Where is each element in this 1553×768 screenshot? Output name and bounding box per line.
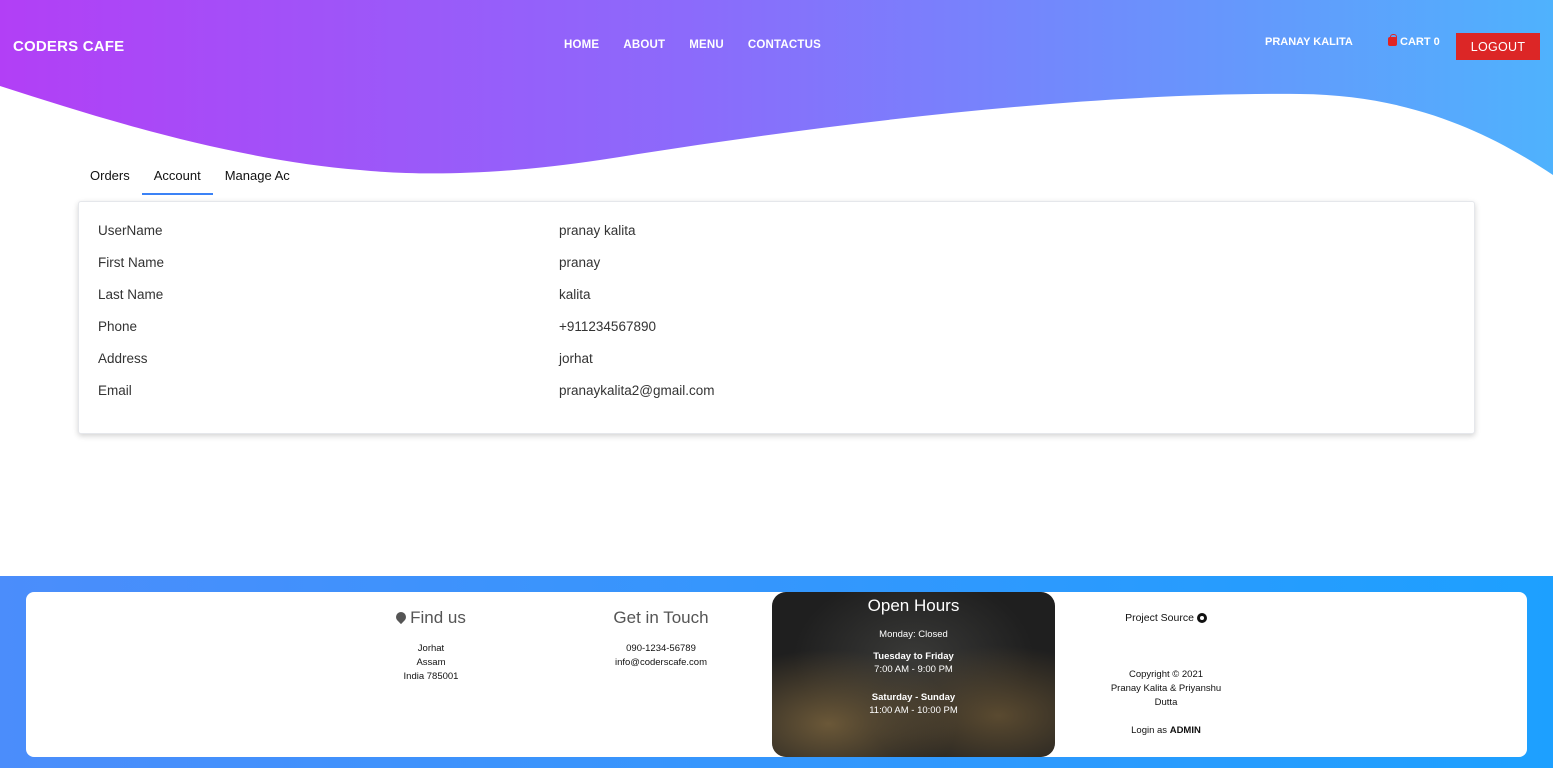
monday-hours: Monday: Closed	[879, 629, 948, 640]
user-name-link[interactable]: PRANAY KALITA	[1265, 36, 1353, 48]
detail-row-address: Address jorhat	[98, 351, 1458, 371]
weekend-hours: 11:00 AM - 10:00 PM	[869, 705, 958, 716]
shopping-bag-icon	[1388, 33, 1397, 46]
find-us-heading-row: Find us	[391, 608, 471, 628]
detail-row-username: UserName pranay kalita	[98, 223, 1458, 243]
top-navbar: CODERS CAFE HOME ABOUT MENU CONTACTUS PR…	[0, 0, 1553, 90]
project-source-label: Project Source	[1125, 612, 1194, 624]
detail-value: pranay kalita	[559, 223, 636, 238]
detail-label: Email	[98, 383, 132, 398]
account-tabs: Orders Account Manage Ac	[78, 160, 302, 195]
weekday-label: Tuesday to Friday	[873, 651, 954, 662]
open-hours-panel: Open Hours Monday: Closed Tuesday to Fri…	[772, 592, 1055, 757]
login-as-prefix: Login as	[1131, 725, 1168, 736]
address-line: India 785001	[403, 671, 459, 682]
footer-panel: Find us Jorhat Assam India 785001 Get in…	[26, 592, 1527, 757]
nav-home-link[interactable]: HOME	[564, 39, 599, 51]
brand-logo[interactable]: CODERS CAFE	[13, 38, 124, 55]
address-line: Jorhat	[417, 643, 445, 654]
find-us-heading: Find us	[410, 608, 466, 627]
find-us-section: Find us Jorhat Assam India 785001	[391, 608, 471, 684]
contact-email-link[interactable]: info@coderscafe.com	[601, 656, 721, 670]
copyright-line: Copyright © 2021	[1128, 669, 1204, 680]
weekday-hours: 7:00 AM - 9:00 PM	[874, 664, 953, 675]
cart-label: CART 0	[1400, 36, 1440, 48]
detail-row-phone: Phone +911234567890	[98, 319, 1458, 339]
tab-manage-account[interactable]: Manage Ac	[213, 160, 302, 195]
detail-label: UserName	[98, 223, 163, 238]
detail-row-email: Email pranaykalita2@gmail.com	[98, 383, 1458, 403]
nav-contact-link[interactable]: CONTACTUS	[748, 39, 821, 51]
nav-about-link[interactable]: ABOUT	[623, 39, 665, 51]
github-icon	[1196, 613, 1207, 623]
detail-value: kalita	[559, 287, 591, 302]
detail-value: +911234567890	[559, 319, 656, 334]
detail-value: pranay	[559, 255, 601, 270]
logout-button[interactable]: LOGOUT	[1456, 33, 1540, 60]
open-hours-content: Open Hours Monday: Closed Tuesday to Fri…	[772, 592, 1055, 757]
tab-orders[interactable]: Orders	[78, 160, 142, 195]
tab-account[interactable]: Account	[141, 160, 213, 195]
detail-row-first-name: First Name pranay	[98, 255, 1458, 275]
main-nav: HOME ABOUT MENU CONTACTUS	[564, 39, 821, 51]
account-details-card: UserName pranay kalita First Name pranay…	[78, 201, 1475, 434]
site-footer: Find us Jorhat Assam India 785001 Get in…	[0, 576, 1553, 768]
detail-value: pranaykalita2@gmail.com	[559, 383, 715, 398]
detail-value: jorhat	[559, 351, 593, 366]
detail-label: Phone	[98, 319, 138, 334]
project-source-link[interactable]: Project Source	[1125, 612, 1207, 624]
cart-link[interactable]: CART 0	[1388, 33, 1440, 48]
open-hours-heading: Open Hours	[867, 596, 960, 615]
detail-label: Address	[98, 351, 148, 366]
detail-label: First Name	[98, 255, 165, 270]
copyright-line: Pranay Kalita & Priyanshu	[1110, 683, 1222, 694]
detail-label: Last Name	[98, 287, 164, 302]
address-line: Assam	[416, 657, 446, 668]
admin-login-link[interactable]: ADMIN	[1170, 725, 1201, 736]
get-in-touch-section: Get in Touch 090-1234-56789 info@codersc…	[601, 608, 721, 670]
detail-row-last-name: Last Name kalita	[98, 287, 1458, 307]
get-in-touch-heading: Get in Touch	[613, 608, 709, 627]
map-pin-icon	[394, 609, 409, 625]
contact-phone: 090-1234-56789	[626, 643, 696, 654]
login-as-admin: Login as ADMIN	[1096, 725, 1236, 736]
copyright-line: Dutta	[1154, 697, 1178, 708]
weekend-label: Saturday - Sunday	[871, 692, 956, 703]
project-source-section: Project Source	[1096, 608, 1236, 626]
nav-menu-link[interactable]: MENU	[689, 39, 724, 51]
copyright-text: Copyright © 2021 Pranay Kalita & Priyans…	[1096, 668, 1236, 710]
